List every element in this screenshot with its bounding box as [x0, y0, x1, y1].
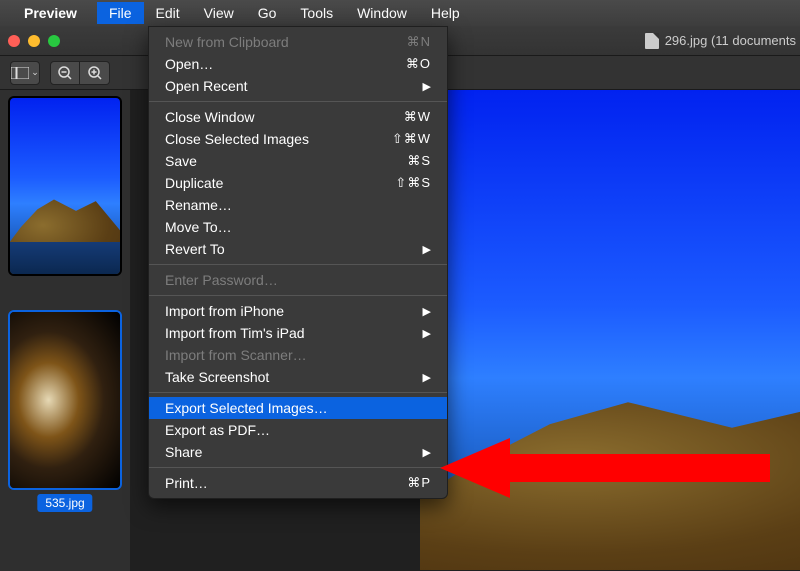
menu-separator: [149, 101, 447, 102]
file-menu-dropdown: New from Clipboard ⌘N Open… ⌘O Open Recent ▶ C…: [148, 26, 448, 499]
menu-item-import-from-iphone[interactable]: Import from iPhone ▶: [149, 300, 447, 322]
menu-item-move-to[interactable]: Move To…: [149, 216, 447, 238]
menu-item-duplicate[interactable]: Duplicate ⇧⌘S: [149, 172, 447, 194]
menu-separator: [149, 392, 447, 393]
thumbnail[interactable]: [8, 96, 122, 276]
menu-view[interactable]: View: [192, 2, 246, 24]
submenu-arrow-icon: ▶: [423, 327, 431, 340]
menu-separator: [149, 467, 447, 468]
menu-item-label: Duplicate: [165, 175, 223, 191]
menu-item-label: Import from Tim's iPad: [165, 325, 305, 341]
menu-item-label: Import from iPhone: [165, 303, 284, 319]
window-controls: [8, 35, 60, 47]
menu-item-export-selected-images[interactable]: Export Selected Images…: [149, 397, 447, 419]
menu-tools[interactable]: Tools: [288, 2, 345, 24]
menu-edit[interactable]: Edit: [144, 2, 192, 24]
menu-item-import-from-scanner: Import from Scanner…: [149, 344, 447, 366]
menu-item-export-as-pdf[interactable]: Export as PDF…: [149, 419, 447, 441]
menu-help[interactable]: Help: [419, 2, 472, 24]
menu-shortcut: ⌘O: [406, 56, 431, 72]
menu-item-close-selected-images[interactable]: Close Selected Images ⇧⌘W: [149, 128, 447, 150]
menu-window[interactable]: Window: [345, 2, 419, 24]
menu-item-enter-password: Enter Password…: [149, 269, 447, 291]
menu-item-label: Take Screenshot: [165, 369, 269, 385]
menu-item-label: Revert To: [165, 241, 225, 257]
menu-item-label: Open Recent: [165, 78, 248, 94]
menu-shortcut: ⌘P: [407, 475, 431, 491]
menu-item-label: Open…: [165, 56, 213, 72]
menu-item-label: Export as PDF…: [165, 422, 270, 438]
menu-item-label: Rename…: [165, 197, 232, 213]
menu-item-label: Export Selected Images…: [165, 400, 328, 416]
menu-item-import-from-tim-s-ipad[interactable]: Import from Tim's iPad ▶: [149, 322, 447, 344]
close-window-button[interactable]: [8, 35, 20, 47]
menu-shortcut: ⌘W: [404, 109, 431, 125]
menu-item-label: Save: [165, 153, 197, 169]
document-icon: [645, 33, 659, 49]
menu-item-label: Import from Scanner…: [165, 347, 307, 363]
submenu-arrow-icon: ▶: [423, 446, 431, 459]
thumbnail-label: 535.jpg: [37, 494, 92, 512]
menu-item-open[interactable]: Open… ⌘O: [149, 53, 447, 75]
menubar: Preview FileEditViewGoToolsWindowHelp: [0, 0, 800, 26]
sidebar-view-button[interactable]: ⌄: [10, 61, 40, 85]
submenu-arrow-icon: ▶: [423, 371, 431, 384]
thumbnail-sidebar: 535.jpg: [0, 90, 130, 571]
zoom-in-button[interactable]: [80, 61, 110, 85]
app-name[interactable]: Preview: [24, 5, 77, 21]
submenu-arrow-icon: ▶: [423, 80, 431, 93]
menu-item-revert-to[interactable]: Revert To ▶: [149, 238, 447, 260]
menu-shortcut: ⇧⌘S: [395, 175, 431, 191]
menu-item-label: New from Clipboard: [165, 34, 289, 50]
window-title: 296.jpg (11 documents: [665, 33, 796, 48]
menu-file[interactable]: File: [97, 2, 144, 24]
menu-shortcut: ⇧⌘W: [392, 131, 431, 147]
submenu-arrow-icon: ▶: [423, 305, 431, 318]
menu-item-take-screenshot[interactable]: Take Screenshot ▶: [149, 366, 447, 388]
fullscreen-window-button[interactable]: [48, 35, 60, 47]
menu-item-print[interactable]: Print… ⌘P: [149, 472, 447, 494]
menu-item-new-from-clipboard: New from Clipboard ⌘N: [149, 31, 447, 53]
zoom-out-button[interactable]: [50, 61, 80, 85]
menu-item-label: Share: [165, 444, 202, 460]
menu-item-label: Enter Password…: [165, 272, 278, 288]
menu-go[interactable]: Go: [246, 2, 289, 24]
menu-item-rename[interactable]: Rename…: [149, 194, 447, 216]
submenu-arrow-icon: ▶: [423, 243, 431, 256]
menu-item-label: Close Selected Images: [165, 131, 309, 147]
menu-item-share[interactable]: Share ▶: [149, 441, 447, 463]
callout-arrow-icon: [440, 438, 770, 498]
minimize-window-button[interactable]: [28, 35, 40, 47]
menu-item-label: Close Window: [165, 109, 254, 125]
menu-item-label: Print…: [165, 475, 208, 491]
menu-shortcut: ⌘S: [407, 153, 431, 169]
menu-item-save[interactable]: Save ⌘S: [149, 150, 447, 172]
menu-item-close-window[interactable]: Close Window ⌘W: [149, 106, 447, 128]
menu-shortcut: ⌘N: [407, 34, 431, 50]
preview-image[interactable]: [420, 90, 800, 570]
menu-separator: [149, 295, 447, 296]
menu-item-label: Move To…: [165, 219, 232, 235]
thumbnail[interactable]: [8, 310, 122, 490]
menu-separator: [149, 264, 447, 265]
menu-item-open-recent[interactable]: Open Recent ▶: [149, 75, 447, 97]
